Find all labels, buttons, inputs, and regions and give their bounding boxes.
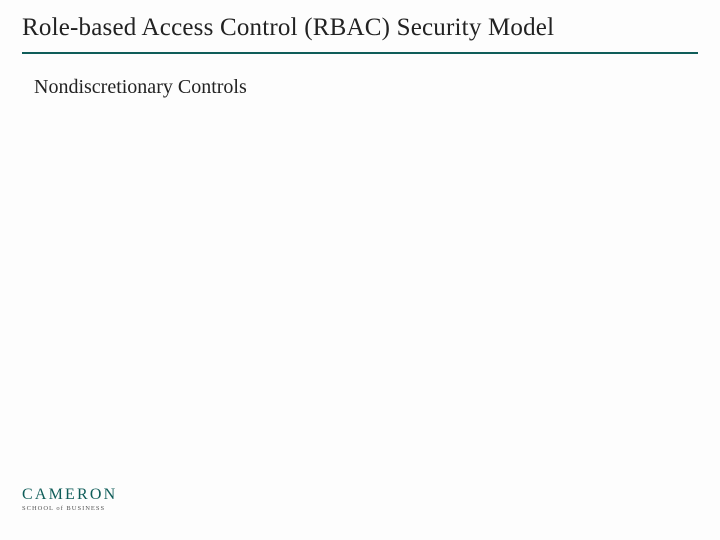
logo-main-text: CAMERON (22, 486, 117, 504)
slide-title: Role-based Access Control (RBAC) Securit… (22, 14, 698, 50)
title-block: Role-based Access Control (RBAC) Securit… (22, 14, 698, 54)
slide: Role-based Access Control (RBAC) Securit… (0, 0, 720, 540)
footer-logo: CAMERON SCHOOL of BUSINESS (22, 486, 117, 512)
title-underline (22, 52, 698, 54)
logo-sub-text: SCHOOL of BUSINESS (22, 505, 117, 512)
slide-body-text: Nondiscretionary Controls (34, 76, 247, 99)
